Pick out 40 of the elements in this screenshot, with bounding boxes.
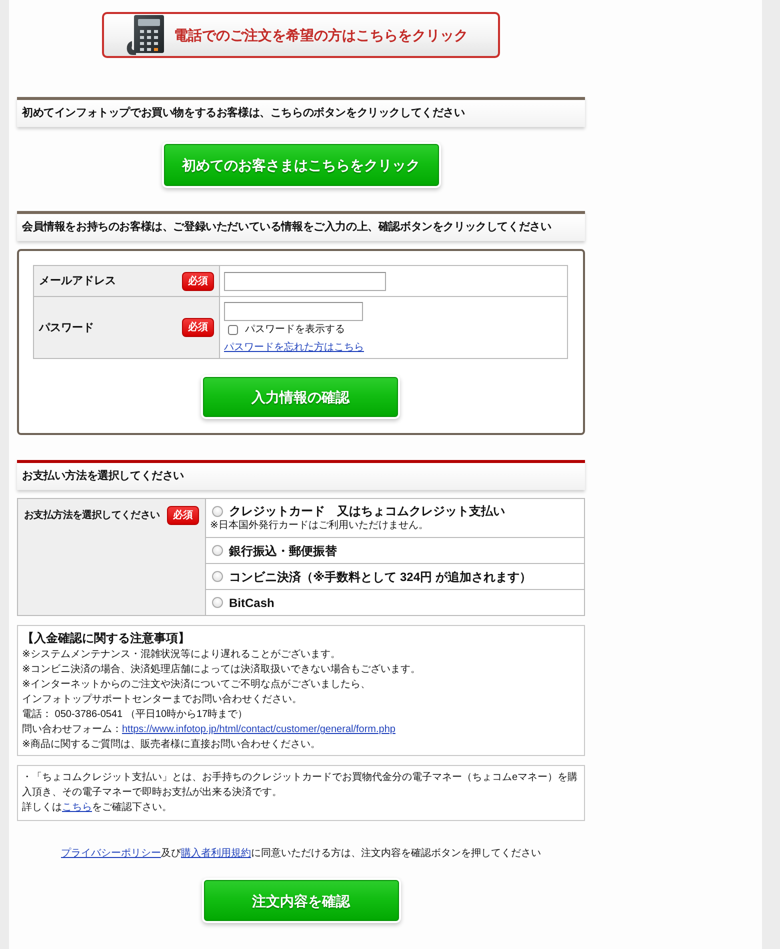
password-input[interactable]	[224, 302, 363, 321]
payment-option-radio[interactable]	[212, 506, 223, 516]
field-label: パスワード	[39, 320, 94, 334]
notice-line: ※システムメンテナンス・混雑状況等により遅れることがございます。	[22, 648, 342, 662]
payment-option-label: コンビニ決済（※手数料として 324円 が追加されます）	[229, 568, 532, 584]
show-password-checkbox[interactable]	[228, 325, 238, 335]
terms-of-use-link[interactable]: 購入者利用規約	[181, 848, 251, 859]
payment-option-label: クレジットカード 又はちょコムクレジット支払い	[229, 503, 505, 519]
notice-line: 電話： 050-3786-0541 （平日10時から17時まで）	[22, 708, 249, 722]
notice-line: ※コンビニ決済の場合、決済処理店舗によっては決済取扱いできない場合もございます。	[22, 662, 422, 677]
notice-line: インフォトップサポートセンターまでお問い合わせください。	[22, 692, 303, 707]
required-badge: 必須	[182, 272, 214, 290]
payment-method-label: お支払方法を選択してください	[24, 508, 160, 522]
notice-line: ※インターネットからのご注文や決済についてご不明な点がございましたら、	[22, 678, 372, 692]
info-description: ・「ちょコムクレジット支払い」とは、お手持ちのクレジットカードでお買物代金分の電子マネー（ちょコムeマネー）を購入頂き、その電子マネーで即時お支払が出来る決済です。	[22, 770, 578, 800]
payment-option-radio[interactable]	[212, 571, 223, 582]
section-heading: 初めてインフォトップでお買い物をするお客様は、こちらのボタンをクリックしてください	[17, 97, 585, 127]
section-heading: お支払い方法を選択してください	[17, 460, 585, 490]
phone-order-button[interactable]: 電話でのご注文を希望の方はこちらをクリック	[102, 12, 500, 58]
details-link[interactable]: こちら	[62, 802, 92, 813]
required-badge: 必須	[182, 318, 214, 337]
payment-option-radio[interactable]	[212, 545, 223, 556]
payment-option-note: ※日本国外発行カードはご利用いただけません。	[210, 519, 430, 533]
info-details: 詳しくはこちら をご確認下さい。	[22, 800, 173, 815]
section-heading: 会員情報をお持ちのお客様は、ご登録いただいている情報をご入力の上、確認ボタンをクリックしてください	[17, 211, 585, 241]
consent-text: プライバシーポリシー及び購入者利用規約に同意いただける方は、注文内容を確認ボタンを押してください	[61, 846, 541, 861]
email-input[interactable]	[224, 272, 386, 291]
field-label: メールアドレス	[39, 274, 116, 288]
payment-option-label: 銀行振込・郵便振替	[229, 542, 337, 558]
contact-form-link[interactable]: https://www.infotop.jp/html/contact/customer/general/form.php	[122, 724, 396, 735]
desk-phone-icon	[126, 15, 164, 55]
required-badge: 必須	[167, 506, 199, 525]
payment-option-radio[interactable]	[212, 597, 223, 608]
notice-line: 問い合わせフォーム：https://www.infotop.jp/html/contact/customer/general/form.php	[22, 723, 396, 737]
privacy-policy-link[interactable]: プライバシーポリシー	[61, 848, 161, 859]
notice-line: ※商品に関するご質問は、販売者様に直接お問い合わせください。	[22, 738, 322, 752]
notice-title: 【入金確認に関する注意事項】	[22, 630, 191, 647]
show-password-label: パスワードを表示する	[245, 323, 345, 337]
payment-option-label: BitCash	[229, 594, 274, 610]
forgot-password-link[interactable]: パスワードを忘れた方はこちら	[224, 341, 364, 355]
